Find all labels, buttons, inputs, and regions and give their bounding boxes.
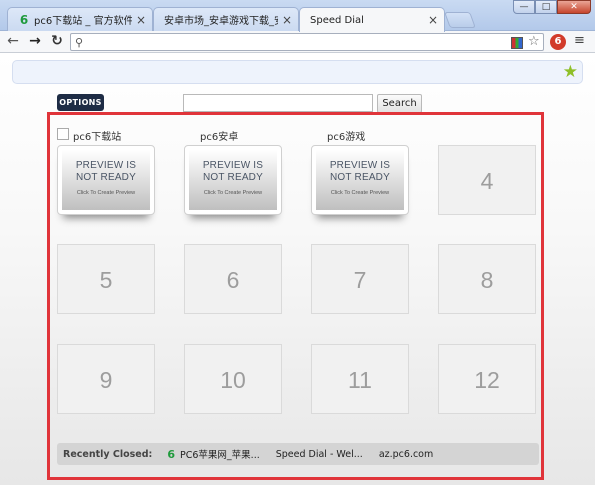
dial-tile-6[interactable]: 6 bbox=[184, 244, 282, 314]
address-bar[interactable]: ⚲ ☆ bbox=[70, 33, 544, 51]
pc6-favicon-icon: 6 bbox=[167, 447, 176, 461]
search-input[interactable] bbox=[183, 94, 373, 112]
maximize-button[interactable]: □ bbox=[535, 0, 557, 14]
tab-title: Speed Dial bbox=[310, 14, 364, 26]
dial-tile-11[interactable]: 11 bbox=[311, 344, 409, 414]
tab-pc6[interactable]: 6 pc6下载站 _ 官方软件下载 × bbox=[7, 7, 153, 31]
dial-tile-5[interactable]: 5 bbox=[57, 244, 155, 314]
dial-label-checkbox[interactable] bbox=[57, 128, 69, 140]
tab-title: pc6下载站 _ 官方软件下载 bbox=[34, 16, 132, 27]
dial-tile-9[interactable]: 9 bbox=[57, 344, 155, 414]
dial-label-pc6-android: pc6安卓 bbox=[200, 132, 239, 143]
dial-tile-10[interactable]: 10 bbox=[184, 344, 282, 414]
tab-close-icon[interactable]: × bbox=[282, 13, 292, 27]
recently-closed-title: Recently Closed: bbox=[63, 448, 153, 460]
pc6-favicon-icon: 6 bbox=[19, 12, 29, 27]
dial-preview-3[interactable]: PREVIEW IS NOT READY Click To Create Pre… bbox=[311, 145, 409, 215]
speed-dial-page: ★ OPTIONS Search pc6下载站 pc6安卓 pc6游戏 PREV… bbox=[0, 54, 595, 485]
preview-line1: PREVIEW IS bbox=[202, 160, 264, 171]
tab-android-market[interactable]: 安卓市场_安卓游戏下载_安 × bbox=[153, 7, 299, 31]
preview-line2: NOT READY bbox=[330, 172, 390, 183]
dial-label-pc6-games: pc6游戏 bbox=[327, 132, 366, 143]
recently-closed-label: Speed Dial - Wel... bbox=[275, 448, 363, 460]
search-button[interactable]: Search bbox=[377, 94, 422, 113]
tab-close-icon[interactable]: × bbox=[136, 13, 146, 27]
dial-tile-7[interactable]: 7 bbox=[311, 244, 409, 314]
extension-grid-icon[interactable] bbox=[511, 37, 523, 49]
reload-icon[interactable]: ↻ bbox=[48, 32, 66, 50]
favorite-star-icon[interactable]: ★ bbox=[563, 62, 578, 82]
preview-line1: PREVIEW IS bbox=[75, 160, 137, 171]
search-icon: ⚲ bbox=[75, 36, 84, 49]
bookmark-star-icon[interactable]: ☆ bbox=[528, 34, 540, 49]
bookmark-bar: ★ bbox=[12, 60, 583, 84]
recently-closed-bar: Recently Closed: 6 PC6苹果网_苹果... Speed Di… bbox=[57, 443, 539, 465]
back-icon[interactable]: ← bbox=[4, 32, 22, 50]
minimize-button[interactable]: — bbox=[513, 0, 535, 14]
preview-hint: Click To Create Preview bbox=[330, 190, 390, 196]
dial-tile-4[interactable]: 4 bbox=[438, 145, 536, 215]
preview-hint: Click To Create Preview bbox=[203, 190, 263, 196]
dial-preview-2[interactable]: PREVIEW IS NOT READY Click To Create Pre… bbox=[184, 145, 282, 215]
tab-title: 安卓市场_安卓游戏下载_安 bbox=[164, 16, 278, 27]
menu-icon[interactable]: ≡ bbox=[574, 33, 585, 48]
extension-badge-icon[interactable]: 6 bbox=[550, 34, 566, 50]
preview-line2: NOT READY bbox=[76, 172, 136, 183]
dial-tile-8[interactable]: 8 bbox=[438, 244, 536, 314]
tab-speed-dial[interactable]: Speed Dial × bbox=[299, 7, 445, 32]
preview-line2: NOT READY bbox=[203, 172, 263, 183]
recently-closed-item[interactable]: 6 PC6苹果网_苹果... bbox=[167, 447, 260, 462]
tab-strip: 6 pc6下载站 _ 官方软件下载 × 安卓市场_安卓游戏下载_安 × Spee… bbox=[0, 0, 595, 32]
toolbar: ← → ↻ ⚲ ☆ 6 ≡ bbox=[0, 31, 595, 53]
recently-closed-item[interactable]: az.pc6.com bbox=[379, 449, 433, 460]
tab-close-icon[interactable]: × bbox=[428, 13, 438, 27]
dial-tile-12[interactable]: 12 bbox=[438, 344, 536, 414]
preview-line1: PREVIEW IS bbox=[329, 160, 391, 171]
recently-closed-item[interactable]: Speed Dial - Wel... bbox=[276, 449, 363, 460]
recently-closed-label: az.pc6.com bbox=[378, 448, 434, 460]
preview-hint: Click To Create Preview bbox=[76, 190, 136, 196]
forward-icon[interactable]: → bbox=[26, 32, 44, 50]
window-controls: — □ ✕ bbox=[513, 0, 591, 14]
recently-closed-label: PC6苹果网_苹果... bbox=[180, 450, 260, 461]
new-tab-button[interactable] bbox=[444, 12, 476, 28]
close-window-button[interactable]: ✕ bbox=[557, 0, 591, 14]
dial-preview-1[interactable]: PREVIEW IS NOT READY Click To Create Pre… bbox=[57, 145, 155, 215]
dial-label-pc6: pc6下载站 bbox=[73, 132, 122, 143]
options-button[interactable]: OPTIONS bbox=[57, 94, 104, 111]
